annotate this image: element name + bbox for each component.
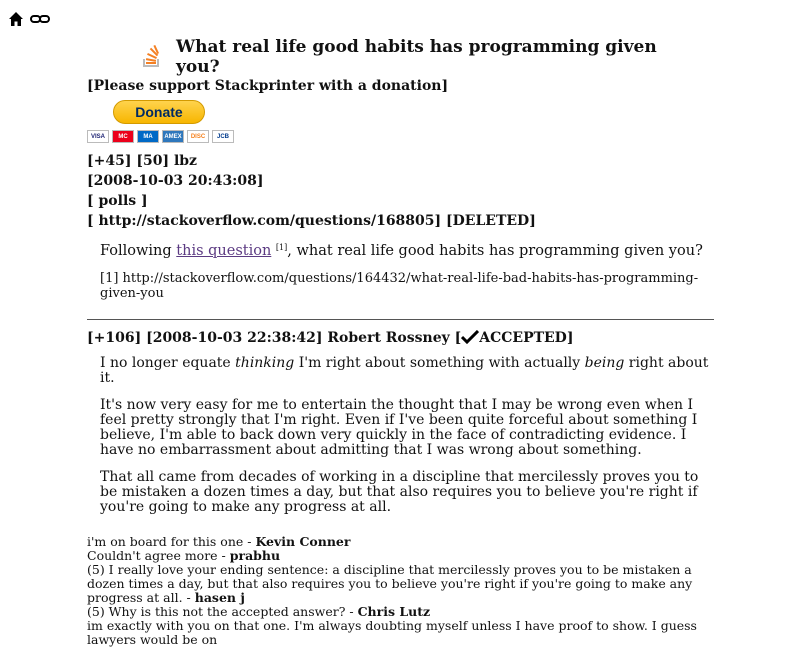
checkmark-icon [461,329,480,346]
donation-block: Donate VISA MC MA AMEX DISC JCB [87,100,717,143]
page-title: What real life good habits has programmi… [176,37,657,77]
answer-paragraph-3: That all came from decades of working in… [100,469,699,515]
answer-paragraph-1: I no longer equate thinking I'm right ab… [100,356,717,386]
answer-emphasis: being [584,355,625,371]
comment-author: hasen j [194,590,245,605]
question-tags: [ polls ] [87,193,148,209]
amex-card-icon: AMEX [162,130,184,143]
question-body: Following this question [1], what real l… [100,243,717,259]
separator [87,319,714,320]
payment-cards: VISA MC MA AMEX DISC JCB [87,130,717,143]
discover-card-icon: DISC [187,130,209,143]
comment-text: Couldn't agree more - [87,548,230,563]
accepted-label: ACCEPTED] [479,330,574,346]
answer-emphasis: thinking [235,355,295,371]
visa-card-icon: VISA [87,130,109,143]
comment-author: prabhu [229,548,281,563]
answer-header: [+106] [2008-10-03 22:38:42] Robert Ross… [87,329,717,346]
main-content: [Please support Stackprinter with a dona… [87,76,717,647]
page-header: What real life good habits has programmi… [140,37,700,77]
question-body-suffix: , what real life good habits has program… [287,243,703,259]
comment-text: i'm on board for this one - [87,534,256,549]
stackoverflow-logo-icon [140,44,164,69]
question-score-line: [+45] [50] lbz [87,151,717,171]
comment: (5) Why is this not the accepted answer?… [87,605,717,619]
comments-list: i'm on board for this one - Kevin Conner… [87,535,717,647]
question-url: [ http://stackoverflow.com/questions/168… [87,213,536,229]
question-author: lbz [173,153,198,169]
maestro-card-icon: MA [137,130,159,143]
footnote-mark: [1] [275,243,288,252]
question-reference: [1] http://stackoverflow.com/questions/1… [100,271,699,301]
question-score: [+45] [87,153,132,169]
question-meta: [+45] [50] lbz [2008-10-03 20:43:08] [ p… [87,151,717,231]
question-link[interactable]: this question [176,243,271,259]
comment-author: Chris Lutz [357,604,431,619]
comment: Couldn't agree more - prabhu [87,549,717,563]
donate-button[interactable]: Donate [113,100,205,124]
jcb-card-icon: JCB [212,130,234,143]
comment: i'm on board for this one - Kevin Conner [87,535,717,549]
home-icon[interactable] [8,11,24,27]
comment-text: (5) I really love your ending sentence: … [87,562,693,605]
comment: im exactly with you on that one. I'm alw… [87,619,717,647]
link-icon[interactable] [30,12,50,26]
answer-count: [50] [136,153,170,169]
donation-support-text: [Please support Stackprinter with a dona… [87,78,449,94]
answer-paragraph-2: It's now very easy for me to entertain t… [100,397,698,458]
question-body-prefix: Following [100,243,177,259]
answer-text: I'm right about something with actually [294,355,585,371]
question-timestamp: [2008-10-03 20:43:08] [87,173,264,189]
comment-text: (5) Why is this not the accepted answer?… [87,604,358,619]
answer-text: I no longer equate [100,355,236,371]
mastercard-icon: MC [112,130,134,143]
comment-text: im exactly with you on that one. I'm alw… [87,618,697,647]
top-nav [8,10,50,28]
answer-header-text: [+106] [2008-10-03 22:38:42] Robert Ross… [87,330,462,346]
comment-author: Kevin Conner [255,534,351,549]
comment: (5) I really love your ending sentence: … [87,563,717,605]
